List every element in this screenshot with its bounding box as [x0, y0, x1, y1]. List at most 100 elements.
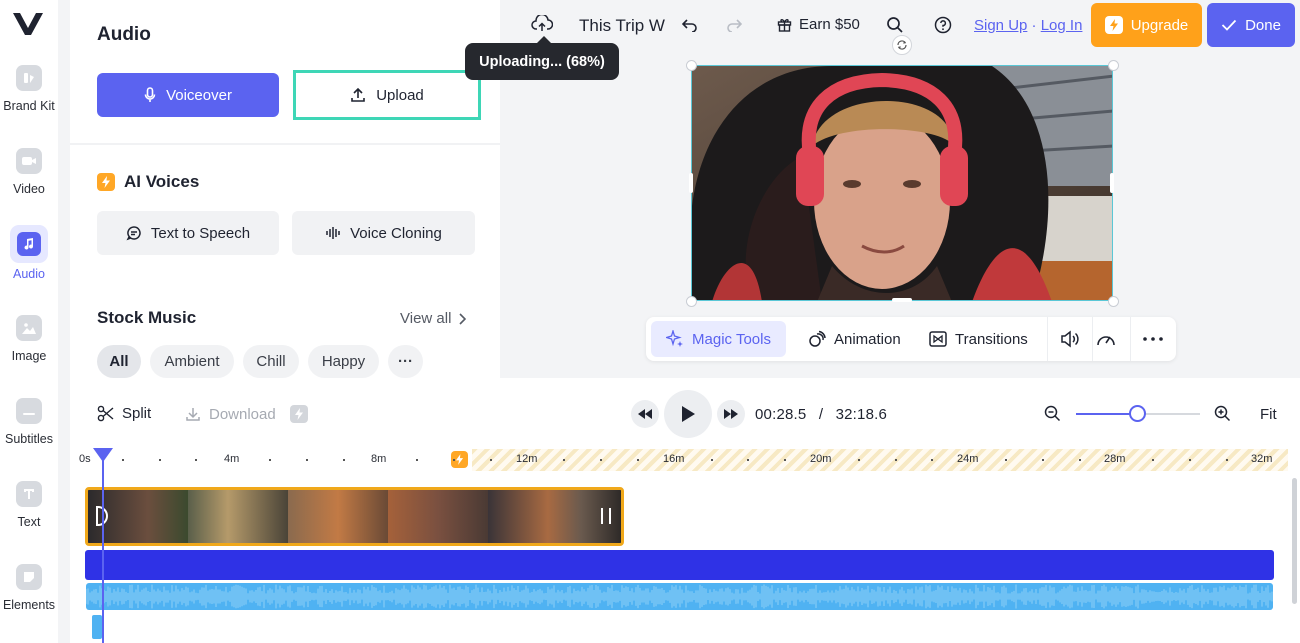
undo-icon[interactable] — [682, 18, 698, 32]
ruler-tick-dot — [637, 459, 639, 461]
resize-handle-bottom[interactable] — [892, 298, 912, 302]
fast-forward-button[interactable] — [717, 400, 745, 428]
resize-handle-top-right[interactable] — [1108, 60, 1119, 71]
rail-item-image[interactable]: Image — [0, 315, 58, 363]
upgrade-button[interactable]: Upgrade — [1091, 3, 1202, 47]
voice-cloning-label: Voice Cloning — [350, 224, 442, 242]
text-to-speech-button[interactable]: Text to Speech — [97, 211, 279, 255]
ruler-tick-label: 32m — [1251, 453, 1273, 465]
download-button[interactable]: Download — [185, 405, 308, 423]
brand-kit-icon — [16, 65, 42, 91]
voice-cloning-button[interactable]: Voice Cloning — [292, 211, 475, 255]
rail-item-audio[interactable]: Audio — [0, 225, 58, 281]
app-logo[interactable] — [12, 10, 44, 38]
view-all-link[interactable]: View all — [400, 310, 467, 327]
rotate-icon — [897, 40, 907, 50]
resize-handle-bottom-left[interactable] — [686, 296, 697, 307]
rail-item-brand-kit[interactable]: Brand Kit — [0, 65, 58, 113]
timeline-scrollbar[interactable] — [1292, 478, 1297, 604]
ruler-tick-label: 20m — [810, 453, 832, 465]
animation-icon — [809, 330, 826, 347]
video-clip[interactable] — [85, 487, 624, 546]
magic-tools-button[interactable]: Magic Tools — [651, 321, 786, 357]
clip-trim-handle-right[interactable] — [601, 508, 611, 524]
search-icon[interactable] — [886, 16, 904, 34]
audio-track[interactable] — [85, 550, 1274, 580]
rail-item-video[interactable]: Video — [0, 148, 58, 196]
chip-chill[interactable]: Chill — [243, 345, 299, 378]
ruler-tick-dot — [489, 459, 492, 461]
ruler-tick-dot — [1078, 459, 1081, 461]
rail-label: Video — [13, 182, 45, 196]
zoom-slider-knob[interactable] — [1129, 405, 1146, 422]
upgrade-label: Upgrade — [1130, 16, 1189, 34]
done-label: Done — [1245, 16, 1281, 34]
small-audio-clip[interactable] — [92, 615, 102, 639]
lightning-bolt-icon — [1104, 16, 1123, 34]
cloud-upload-icon[interactable] — [531, 15, 553, 33]
more-chips-button[interactable]: ··· — [388, 345, 423, 378]
playhead-marker[interactable] — [93, 448, 113, 462]
zoom-in-icon[interactable] — [1214, 405, 1231, 422]
earn-label: Earn $50 — [799, 16, 860, 33]
play-button[interactable] — [664, 390, 712, 438]
fit-button[interactable]: Fit — [1260, 406, 1277, 423]
toolbar-divider — [1130, 317, 1131, 361]
project-title[interactable]: This Trip W — [579, 16, 667, 36]
earn-referral-button[interactable]: Earn $50 — [777, 16, 860, 33]
split-button[interactable]: Split — [97, 405, 151, 422]
time-separator: / — [818, 406, 824, 423]
video-camera-icon — [16, 148, 42, 174]
log-in-link[interactable]: Log In — [1041, 17, 1083, 34]
ruler-tick-dot — [600, 459, 603, 461]
more-options-icon[interactable] — [1143, 337, 1163, 341]
help-icon[interactable] — [934, 16, 952, 34]
animation-button[interactable]: Animation — [808, 321, 901, 357]
resize-handle-right[interactable] — [1110, 173, 1114, 193]
resize-handle-top-left[interactable] — [686, 60, 697, 71]
ruler-tick-label: 4m — [224, 453, 240, 465]
clip-toolbar: Magic Tools Animation Transitions — [646, 317, 1176, 361]
rewind-button[interactable] — [631, 400, 659, 428]
resize-handle-bottom-right[interactable] — [1108, 296, 1119, 307]
playhead-line[interactable] — [102, 449, 104, 643]
ruler-tick-label: 12m — [516, 453, 538, 465]
audio-waveform-track[interactable] — [86, 583, 1273, 610]
ruler-tick-label: 8m — [371, 453, 387, 465]
chip-ambient[interactable]: Ambient — [150, 345, 234, 378]
resize-handle-left[interactable] — [689, 173, 693, 193]
rail-item-subtitles[interactable]: Subtitles — [0, 398, 58, 446]
ai-voices-heading: AI Voices — [97, 172, 199, 192]
sign-up-link[interactable]: Sign Up — [974, 17, 1027, 34]
rail-label: Elements — [2, 598, 56, 612]
redo-icon[interactable] — [726, 18, 742, 32]
chip-happy[interactable]: Happy — [308, 345, 379, 378]
ruler-tick-dot — [747, 459, 750, 461]
ruler-tick-dot — [710, 459, 713, 461]
video-preview[interactable] — [691, 65, 1113, 301]
voiceover-button[interactable]: Voiceover — [97, 73, 279, 117]
waveform-graphic — [86, 584, 1273, 609]
subtitles-icon — [16, 398, 42, 424]
left-rail: Brand Kit Video Audio Image Subtitles Te… — [0, 0, 58, 643]
microphone-icon — [144, 87, 156, 102]
rail-item-text[interactable]: Text — [0, 481, 58, 529]
ruler-tick-dot — [1005, 459, 1007, 461]
ruler-tick-dot — [269, 459, 271, 461]
volume-icon[interactable] — [1060, 330, 1080, 348]
waveform-icon — [326, 227, 340, 239]
zoom-out-icon[interactable] — [1044, 405, 1061, 422]
speed-gauge-icon[interactable] — [1096, 330, 1116, 348]
ruler-tick-dot — [453, 459, 455, 461]
animation-label: Animation — [834, 330, 901, 348]
rail-item-elements[interactable]: Elements — [0, 564, 58, 612]
rewind-icon — [638, 409, 652, 419]
transitions-button[interactable]: Transitions — [929, 321, 1028, 357]
lightning-bolt-icon — [289, 405, 308, 423]
done-button[interactable]: Done — [1207, 3, 1295, 47]
ruler-tick-dot — [121, 459, 124, 461]
upload-button[interactable]: Upload — [293, 70, 481, 120]
chip-all[interactable]: All — [97, 345, 141, 378]
rotate-handle[interactable] — [892, 35, 912, 55]
zoom-slider[interactable] — [1076, 405, 1200, 422]
